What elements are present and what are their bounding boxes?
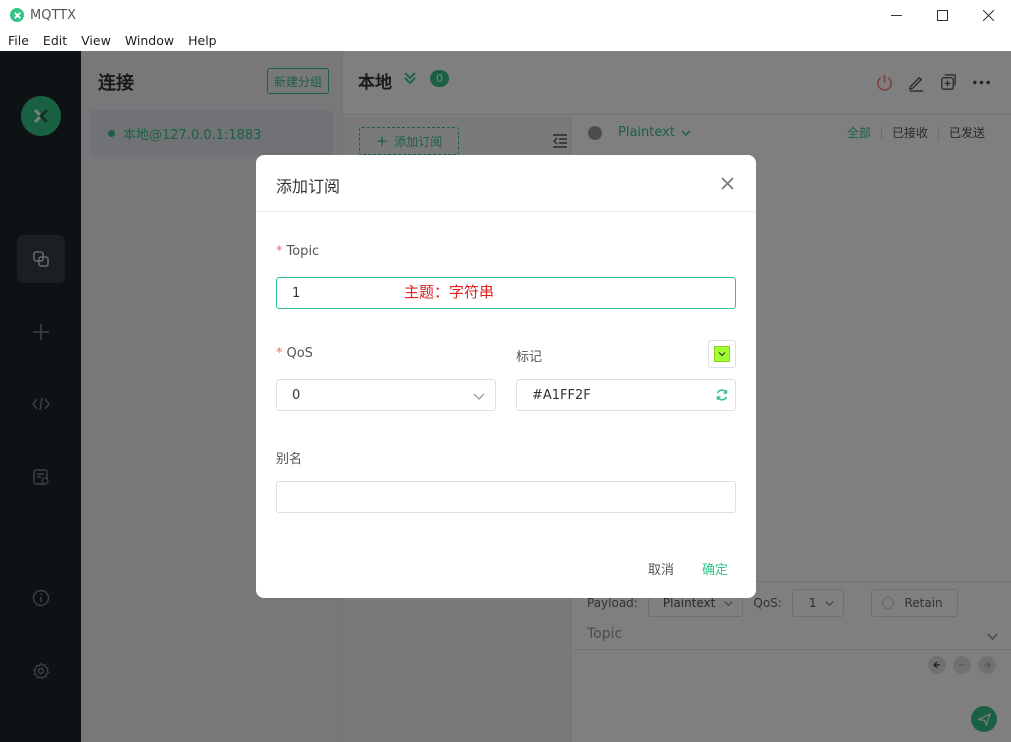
topic-hint-annotation: 主题：字符串 — [404, 283, 495, 301]
dialog-header: 添加订阅 — [256, 155, 756, 212]
title-bar: MQTTX — [0, 0, 1011, 30]
menu-window[interactable]: Window — [118, 33, 181, 48]
menu-view[interactable]: View — [74, 33, 118, 48]
menu-help[interactable]: Help — [181, 33, 224, 48]
cancel-button[interactable]: 取消 — [648, 559, 674, 578]
confirm-button[interactable]: 确定 — [702, 559, 728, 578]
chevron-down-icon — [718, 352, 726, 357]
topic-input[interactable]: 1 — [276, 277, 736, 309]
color-value: #A1FF2F — [532, 387, 591, 403]
required-marker: * — [276, 346, 283, 361]
minimize-icon — [890, 14, 902, 16]
menu-edit[interactable]: Edit — [36, 33, 74, 48]
add-subscription-dialog: 添加订阅 * Topic 1 主题：字符串 * QoS 0 标记 #A1FF2F 别… — [256, 155, 756, 598]
mark-label: 标记 — [516, 350, 543, 365]
alias-input[interactable] — [276, 481, 736, 513]
close-icon — [982, 9, 994, 21]
topic-label: * Topic — [276, 244, 320, 259]
menu-file[interactable]: File — [0, 33, 36, 48]
qos-select[interactable]: 0 — [276, 379, 496, 411]
maximize-icon — [936, 9, 948, 21]
qos-value: 0 — [292, 387, 301, 403]
close-window-button[interactable] — [965, 0, 1011, 30]
qos-label: * QoS — [276, 346, 313, 361]
window-title: MQTTX — [30, 7, 77, 23]
chevron-down-icon — [473, 393, 485, 400]
close-icon[interactable] — [719, 175, 736, 192]
alias-label: 别名 — [276, 452, 303, 467]
color-input[interactable]: #A1FF2F — [516, 379, 736, 411]
maximize-button[interactable] — [919, 0, 965, 30]
menu-bar: File Edit View Window Help — [0, 30, 1011, 51]
minimize-button[interactable] — [873, 0, 919, 30]
dialog-title: 添加订阅 — [276, 177, 341, 196]
color-swatch — [714, 346, 730, 362]
required-marker: * — [276, 244, 283, 259]
mqttx-logo-icon — [10, 8, 24, 22]
color-picker-button[interactable] — [708, 340, 736, 368]
refresh-icon[interactable] — [715, 388, 729, 402]
